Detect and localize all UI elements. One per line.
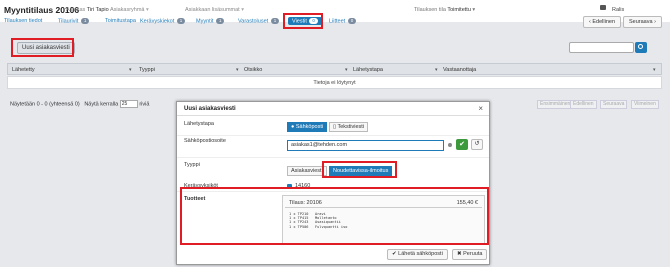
send-email-button[interactable]: ✔ Lähetä sähköposti (387, 249, 448, 260)
tab-sales[interactable]: Myyntit 1 (196, 18, 225, 24)
customer-info: Asiakas Tiri Tapio Asiakasryhmä ▾ (66, 7, 149, 13)
highlight-pickup-type (322, 161, 397, 178)
search-button[interactable] (635, 42, 647, 53)
count-badge: 1 (270, 18, 280, 24)
type-customer-message[interactable]: Asiakasviesti (287, 166, 327, 176)
tab-order-details[interactable]: Tilauksen tiedot (4, 18, 42, 24)
close-icon[interactable]: × (478, 104, 483, 113)
undo-icon: ↺ (474, 141, 480, 147)
next-page-button[interactable]: Seuraava (600, 100, 628, 109)
dialog-header: Uusi asiakasviesti × (177, 102, 489, 116)
count-badge: 1 (176, 18, 186, 24)
email-label: Sähköpostiosoite (184, 138, 226, 144)
pagination-info: Näytetään 0 - 0 (yhteensä 0) Näytä kerra… (10, 100, 150, 108)
chevron-right-icon: › (652, 19, 656, 25)
status-value[interactable]: Toimitettu (447, 7, 471, 13)
truck-icon (600, 5, 606, 10)
count-badge: 1 (80, 18, 90, 24)
first-page-button[interactable]: Ensimmäinen (537, 100, 574, 109)
status-dot-icon (448, 143, 452, 147)
send-method-label: Lähetystapa (184, 121, 214, 127)
sort-icon[interactable]: ▾ (435, 67, 438, 73)
tab-order-rows[interactable]: Tilaurivit 1 (58, 18, 90, 24)
order-status: Tilauksen tila Toimitettu ▾ (414, 7, 476, 13)
search-icon (638, 44, 643, 49)
chevron-down-icon[interactable]: ▾ (146, 7, 149, 13)
tab-stock[interactable]: Varastoluset 1 (238, 18, 280, 24)
last-page-button[interactable]: Viimeinen (631, 100, 659, 109)
table-header: Lähetetty ▾ Tyyppi ▾ Otsikko ▾ Lähetysta… (7, 63, 662, 75)
email-field[interactable]: asiakas1@tehden.com (287, 140, 444, 151)
column-method[interactable]: Lähetystapa (353, 67, 383, 73)
sort-icon[interactable]: ▾ (345, 67, 348, 73)
email-method-toggle[interactable]: ● Sähköposti (287, 122, 328, 132)
cancel-button[interactable]: ✖ Peruuta (452, 249, 488, 260)
check-icon: ✔ (459, 141, 465, 148)
type-label: Tyyppi (184, 162, 200, 168)
previous-button[interactable]: ‹ Edellinen (583, 16, 622, 28)
column-sent[interactable]: Lähetetty (12, 67, 35, 73)
chevron-down-icon: ▾ (241, 7, 245, 13)
highlight-products (180, 187, 489, 245)
new-message-dialog: Uusi asiakasviesti × Lähetystapa ● Sähkö… (176, 101, 490, 265)
chevron-down-icon: ▾ (472, 7, 476, 13)
user-label: Ralis (612, 7, 625, 13)
empty-table-message: Tietoja ei löytynyt (7, 76, 662, 89)
count-badge: 0 (347, 18, 357, 24)
count-badge: 1 (215, 18, 225, 24)
extra-sums[interactable]: Asiakkaan lisäsummat ▾ (185, 7, 244, 13)
tab-delivery[interactable]: Toimitustapa (105, 18, 136, 24)
dialog-title: Uusi asiakasviesti (184, 106, 236, 112)
tab-collection[interactable]: Kerävyskiekot 1 (140, 18, 186, 24)
column-type[interactable]: Tyyppi (139, 67, 155, 73)
sort-icon[interactable]: ▾ (653, 67, 656, 73)
highlight-messages-tab (283, 13, 323, 29)
undo-button[interactable]: ↺ (471, 139, 483, 150)
tab-attachments[interactable]: Liitteet 0 (329, 18, 357, 24)
highlight-new-message (11, 38, 74, 57)
column-subject[interactable]: Otsikko (244, 67, 262, 73)
search-input[interactable] (569, 42, 634, 53)
confirm-button[interactable]: ✔ (456, 139, 468, 150)
sort-icon[interactable]: ▾ (236, 67, 239, 73)
column-recipient[interactable]: Vastaanottaja (443, 67, 476, 73)
next-button[interactable]: Seuraava › (623, 16, 662, 28)
per-page-select[interactable]: 25 (119, 100, 138, 108)
tab-bar: Tilauksen tiedot Tilaurivit 1 Toimitusta… (0, 14, 560, 30)
sms-method-toggle[interactable]: ▯ Tekstiviesti (329, 122, 369, 132)
customer-name[interactable]: Tiri Tapio (87, 7, 109, 13)
sort-icon[interactable]: ▾ (129, 67, 132, 73)
prev-page-button[interactable]: Edellinen (570, 100, 597, 109)
